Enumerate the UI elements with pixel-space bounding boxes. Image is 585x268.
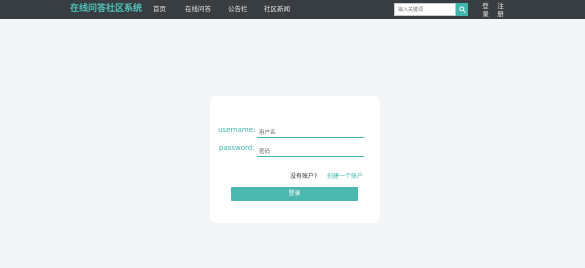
password-input[interactable]: [257, 147, 364, 157]
nav-home[interactable]: 首页: [153, 5, 166, 14]
nav-community-news[interactable]: 社区新闻: [264, 5, 290, 14]
search-input[interactable]: [394, 3, 456, 16]
register-link[interactable]: 注册: [497, 2, 504, 18]
site-brand[interactable]: 在线问答社区系统: [70, 4, 142, 15]
no-account-text: 没有账户?: [290, 173, 318, 180]
search-icon: [458, 6, 466, 13]
password-label: password:: [219, 144, 255, 152]
username-label: username:: [218, 126, 256, 134]
create-account-link[interactable]: 创建一个账户: [327, 173, 363, 181]
search-button[interactable]: [456, 3, 468, 16]
login-link[interactable]: 登录: [482, 2, 489, 18]
nav-bulletin[interactable]: 公告栏: [228, 5, 248, 14]
login-card: username: password: 没有账户? 创建一个账户 登录: [210, 96, 380, 223]
username-input[interactable]: [257, 128, 364, 138]
top-navbar: 在线问答社区系统 首页 在线问答 公告栏 社区新闻 登录 注册: [0, 0, 585, 19]
page: 在线问答社区系统 首页 在线问答 公告栏 社区新闻 登录 注册 username…: [0, 0, 585, 268]
login-button[interactable]: 登录: [231, 187, 358, 201]
nav-online-qa[interactable]: 在线问答: [185, 5, 211, 14]
